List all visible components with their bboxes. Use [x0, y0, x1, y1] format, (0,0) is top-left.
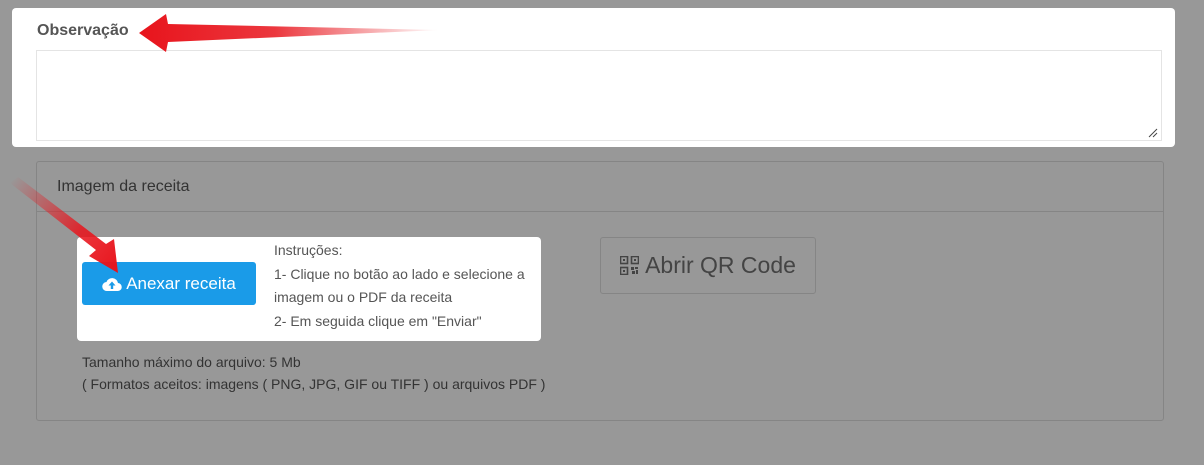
panel-title: Imagem da receita [57, 178, 190, 195]
cloud-upload-icon [102, 277, 122, 291]
observation-textarea[interactable] [36, 50, 1162, 141]
resize-handle-icon[interactable] [1148, 128, 1158, 138]
file-formats-info: ( Formatos aceitos: imagens ( PNG, JPG, … [82, 376, 546, 392]
qr-code-icon [620, 256, 640, 275]
instructions-line: 1- Clique no botão ao lado e selecione a [274, 265, 525, 282]
attach-receipt-label: Anexar receita [126, 273, 236, 293]
file-size-info: Tamanho máximo do arquivo: 5 Mb [82, 354, 301, 370]
open-qr-code-button[interactable]: Abrir QR Code [600, 237, 816, 294]
instructions-line: Instruções: [274, 242, 343, 258]
panel-header: Imagem da receita [37, 162, 1163, 212]
observation-label: Observação [37, 22, 129, 39]
instructions-line: 2- Em seguida clique em "Enviar" [274, 312, 482, 329]
instructions-line: imagem ou o PDF da receita [274, 289, 453, 305]
instructions: Instruções: 1- Clique no botão ao lado e… [274, 239, 525, 333]
open-qr-code-label: Abrir QR Code [645, 252, 796, 278]
attach-receipt-button[interactable]: Anexar receita [82, 262, 256, 305]
upload-box: Anexar receita Instruções: 1- Clique no … [77, 237, 541, 341]
receipt-image-panel: Imagem da receita Anexar receita Instruç… [36, 161, 1164, 421]
observation-card: Observação [12, 8, 1175, 147]
file-info: Tamanho máximo do arquivo: 5 Mb ( Format… [82, 351, 545, 395]
